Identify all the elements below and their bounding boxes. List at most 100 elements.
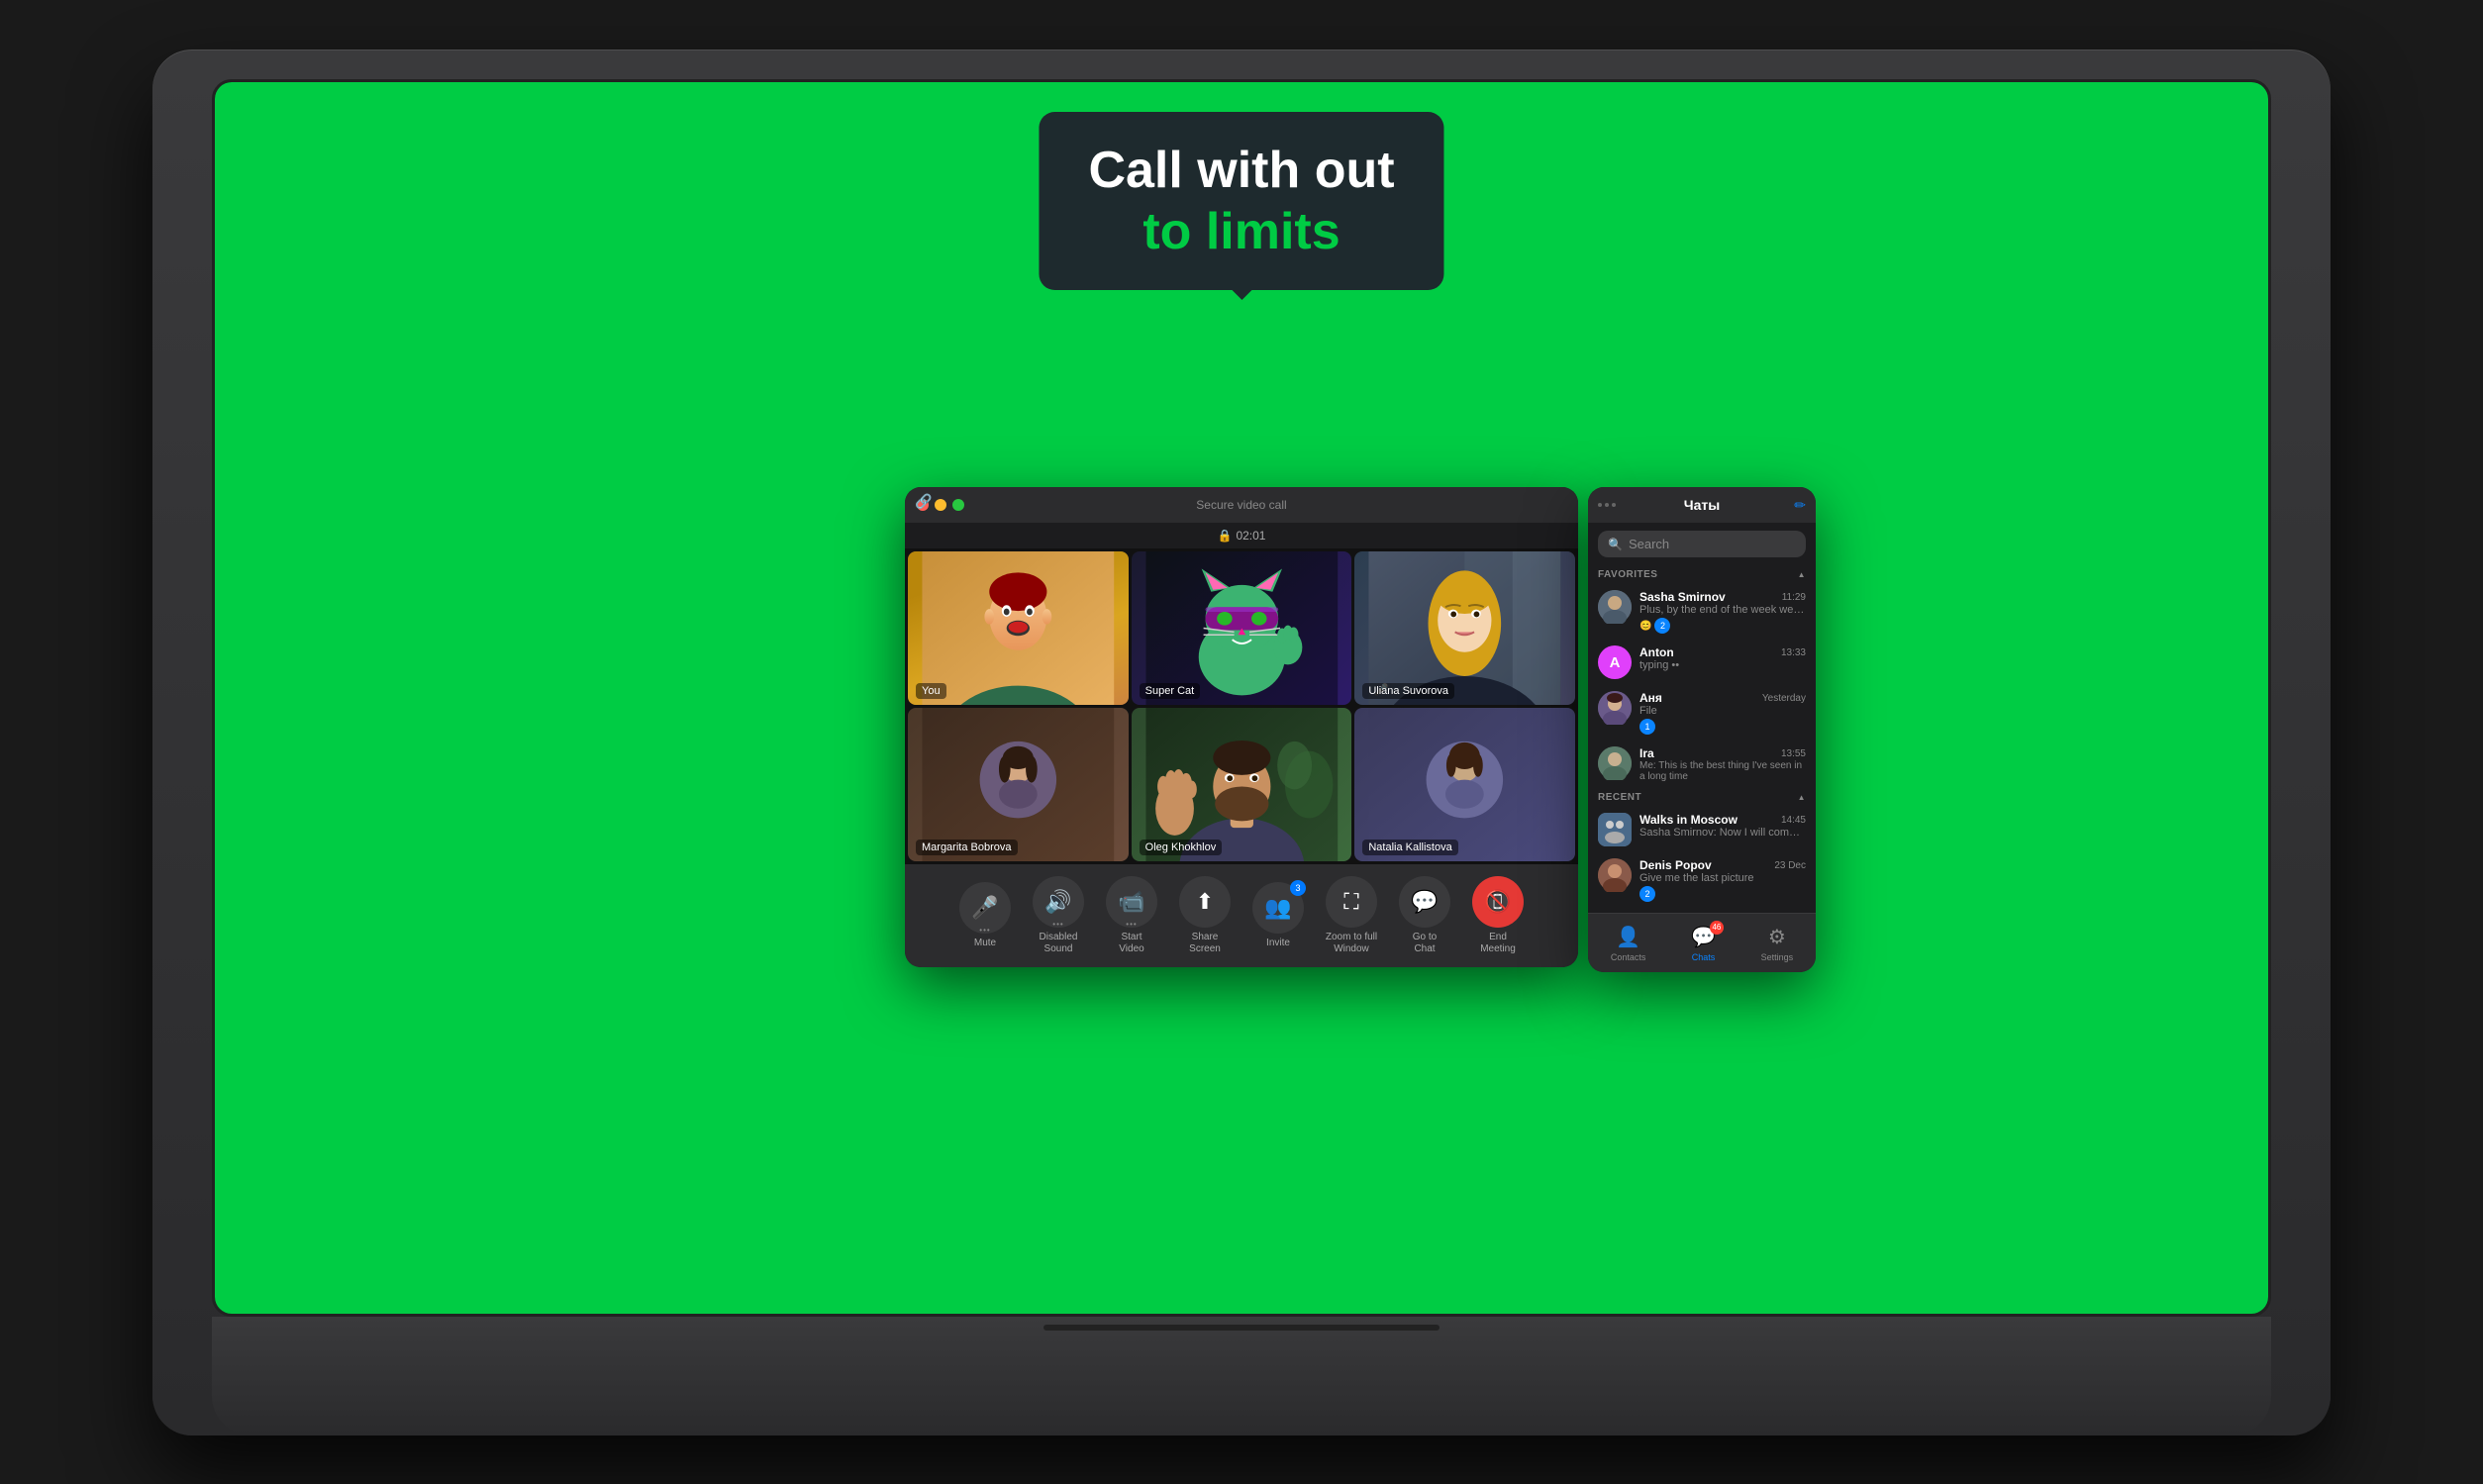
chat-titlebar: Чаты ✏	[1588, 487, 1816, 523]
video-grid: ‹ 1/3	[905, 548, 1578, 864]
supercat-label: Super Cat	[1140, 683, 1201, 699]
invite-badge: 3	[1290, 880, 1306, 896]
go-to-chat-label: Go toChat	[1413, 932, 1437, 955]
video-titlebar: Secure video call 🔗	[905, 487, 1578, 523]
end-meeting-button[interactable]: 📵 EndMeeting	[1463, 876, 1533, 955]
chat-icon-wrap: 💬	[1399, 876, 1450, 928]
dot2	[1605, 503, 1609, 507]
denis-avatar-img	[1598, 858, 1632, 892]
tab-chats[interactable]: 💬 46 Chats	[1691, 925, 1716, 962]
laptop-bottom	[212, 1317, 2271, 1435]
invite-people-icon: 👥	[1264, 895, 1291, 921]
contacts-tab-icon: 👤	[1616, 925, 1640, 949]
anton-name: Anton	[1639, 645, 1674, 659]
chat-item-anya[interactable]: Аня Yesterday File 1	[1588, 685, 1816, 741]
headline-line1: Call with out	[1088, 140, 1394, 201]
video-cell-you: You	[908, 551, 1129, 705]
windows-container: Secure video call 🔗 🔒 02:01 ‹ 1/3	[905, 487, 1578, 967]
uliana-svg: 🎤	[1354, 551, 1575, 705]
ira-time: 13:55	[1781, 748, 1806, 759]
settings-tab-icon: ⚙	[1768, 925, 1786, 949]
sasha-reaction-icon: 😊	[1639, 621, 1651, 632]
compose-button[interactable]: ✏	[1794, 497, 1806, 514]
invite-button[interactable]: 👥 3 Invite	[1243, 882, 1313, 949]
video-call-window: Secure video call 🔗 🔒 02:01 ‹ 1/3	[905, 487, 1578, 967]
video-more-dots: •••	[1126, 920, 1137, 929]
call-timer: 02:01	[1236, 529, 1265, 543]
you-label: You	[916, 683, 946, 699]
anton-preview: typing ••	[1639, 659, 1806, 671]
pin-icon: 🔗	[915, 493, 932, 510]
zoom-icon-wrap: ⛶	[1326, 876, 1377, 928]
denis-badges: 2	[1639, 886, 1806, 902]
sasha-header: Sasha Smirnov 11:29	[1639, 590, 1806, 604]
sasha-name: Sasha Smirnov	[1639, 590, 1726, 604]
video-cell-natalia: Natalia Kallistova	[1354, 708, 1575, 861]
recent-label: RECENT	[1598, 792, 1641, 803]
walks-avatar	[1598, 813, 1632, 846]
sasha-content: Sasha Smirnov 11:29 Plus, by the end of …	[1639, 590, 1806, 634]
chat-more-menu[interactable]	[1598, 503, 1616, 507]
maximize-button[interactable]	[952, 499, 964, 511]
contacts-tab-label: Contacts	[1611, 952, 1646, 962]
chat-bubble-icon: 💬	[1411, 889, 1438, 915]
start-video-button[interactable]: 📹 ••• StartVideo	[1097, 876, 1166, 955]
walks-content: Walks in Moscow 14:45 Sasha Smirnov: Now…	[1639, 813, 1806, 839]
chat-item-walks[interactable]: Walks in Moscow 14:45 Sasha Smirnov: Now…	[1588, 807, 1816, 852]
walks-name: Walks in Moscow	[1639, 813, 1738, 827]
ira-avatar	[1598, 746, 1632, 780]
mute-label: Mute	[974, 938, 996, 949]
ira-avatar-img	[1598, 746, 1632, 780]
screen-content: Call with out to limits Secure video cal…	[215, 82, 2268, 1314]
video-cell-oleg: Oleg Khokhlov	[1132, 708, 1352, 861]
window-title: Secure video call	[1196, 498, 1286, 512]
share-screen-button[interactable]: ⬆ ShareScreen	[1170, 876, 1240, 955]
tab-settings[interactable]: ⚙ Settings	[1761, 925, 1794, 962]
walks-avatar-img	[1598, 813, 1632, 846]
anya-badge: 1	[1639, 719, 1655, 735]
anya-badges: 1	[1639, 719, 1806, 735]
denis-name: Denis Popov	[1639, 858, 1712, 872]
mute-button[interactable]: 🎤 ••• Mute	[950, 882, 1020, 949]
denis-preview: Give me the last picture	[1639, 872, 1806, 884]
chat-item-denis[interactable]: Denis Popov 23 Dec Give me the last pict…	[1588, 852, 1816, 908]
sound-more-dots: •••	[1052, 920, 1063, 929]
tab-contacts[interactable]: 👤 Contacts	[1611, 925, 1646, 962]
control-bar: 🎤 ••• Mute 🔊 ••• DisabledSound	[905, 864, 1578, 967]
headline-line2: to limits	[1088, 201, 1394, 262]
chat-item-anton[interactable]: A Anton 13:33 typing ••	[1588, 640, 1816, 685]
anya-avatar	[1598, 691, 1632, 725]
zoom-full-button[interactable]: ⛶ Zoom to fullWindow	[1317, 876, 1386, 955]
you-figure-svg	[908, 551, 1129, 705]
ira-preview: Me: This is the best thing I've seen in …	[1639, 760, 1806, 782]
oleg-svg	[1132, 708, 1352, 861]
laptop-hinge	[1043, 1325, 1440, 1331]
settings-tab-label: Settings	[1761, 952, 1794, 962]
screen-bezel: Call with out to limits Secure video cal…	[212, 79, 2271, 1317]
anton-avatar: A	[1598, 645, 1632, 679]
walks-preview: Sasha Smirnov: Now I will come to you	[1639, 827, 1806, 839]
microphone-icon: 🎤	[971, 895, 998, 921]
video-cell-supercat: Super Cat	[1132, 551, 1352, 705]
invite-label: Invite	[1266, 938, 1290, 949]
search-placeholder: Search	[1629, 537, 1669, 551]
chat-bottom-tabs: 👤 Contacts 💬 46 Chats ⚙ Sett	[1588, 913, 1816, 972]
sasha-time: 11:29	[1782, 592, 1806, 603]
uliana-label: Uliana Suvorova	[1362, 683, 1454, 699]
disabled-sound-button[interactable]: 🔊 ••• DisabledSound	[1024, 876, 1093, 955]
end-call-icon: 📵	[1484, 889, 1511, 915]
share-screen-icon-wrap: ⬆	[1179, 876, 1231, 928]
search-input-wrap[interactable]: 🔍 Search	[1598, 531, 1806, 557]
chat-item-ira[interactable]: Ira 13:55 Me: This is the best thing I'v…	[1588, 741, 1816, 788]
start-video-label: StartVideo	[1119, 932, 1143, 955]
headline-bubble: Call with out to limits	[1039, 112, 1443, 291]
video-cell-margarita: Margarita Bobrova	[908, 708, 1129, 861]
ira-name: Ira	[1639, 746, 1654, 760]
chat-item-sasha[interactable]: Sasha Smirnov 11:29 Plus, by the end of …	[1588, 584, 1816, 640]
recent-header: RECENT ▲	[1588, 788, 1816, 807]
video-cell-uliana: 🎤 Uliana Suvorova	[1354, 551, 1575, 705]
favorites-label: FAVORITES	[1598, 569, 1657, 580]
supercat-svg	[1132, 551, 1352, 705]
go-to-chat-button[interactable]: 💬 Go toChat	[1390, 876, 1459, 955]
minimize-button[interactable]	[935, 499, 946, 511]
